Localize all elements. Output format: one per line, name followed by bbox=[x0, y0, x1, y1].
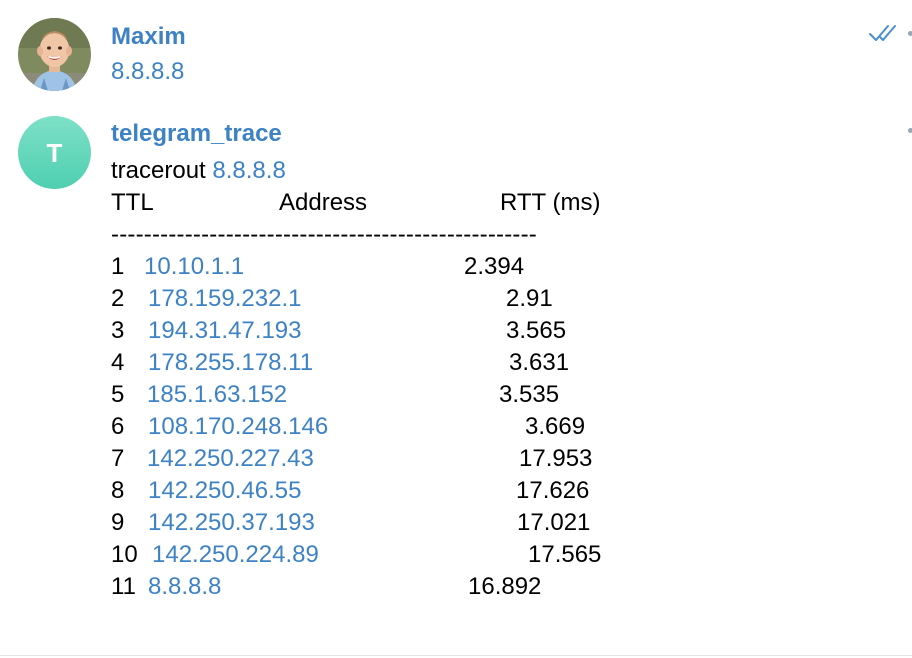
hop-rtt: 16.892 bbox=[468, 573, 542, 600]
message-menu-dot[interactable] bbox=[908, 128, 912, 133]
hop-rtt: 17.626 bbox=[516, 477, 590, 504]
hop-row: 11 8.8.8.8 16.892 bbox=[111, 571, 891, 603]
user-photo-avatar bbox=[18, 18, 91, 91]
header-row: TTL Address RTT (ms) bbox=[111, 187, 891, 219]
header-ttl: TTL bbox=[111, 189, 154, 216]
hop-ttl: 11 bbox=[111, 573, 136, 600]
hop-row: 4 178.255.178.11 3.631 bbox=[111, 347, 891, 379]
hop-rtt: 3.565 bbox=[506, 317, 567, 344]
chat-history: Maxim 8.8.8.8 T telegram_trace tracerout… bbox=[0, 0, 912, 658]
sender-name[interactable]: Maxim bbox=[111, 25, 186, 49]
hop-rtt: 17.021 bbox=[517, 509, 591, 536]
message-text-link[interactable]: 8.8.8.8 bbox=[111, 60, 184, 84]
hop-ttl: 4 bbox=[111, 349, 125, 376]
hop-row: 1 10.10.1.1 2.394 bbox=[111, 251, 891, 283]
hop-rtt: 2.91 bbox=[506, 285, 553, 312]
hop-row: 6 108.170.248.146 3.669 bbox=[111, 411, 891, 443]
traceroute-output: tracerout 8.8.8.8 TTL Address RTT (ms) -… bbox=[111, 155, 891, 603]
hop-ttl: 9 bbox=[111, 509, 125, 536]
avatar-initial: T bbox=[46, 137, 63, 168]
hop-row: 5 185.1.63.152 3.535 bbox=[111, 379, 891, 411]
hop-ttl: 1 bbox=[111, 253, 125, 280]
separator: ----------------------------------------… bbox=[111, 221, 537, 248]
hop-row: 3 194.31.47.193 3.565 bbox=[111, 315, 891, 347]
hop-address-link[interactable]: 10.10.1.1 bbox=[144, 251, 244, 283]
avatar-telegram-trace[interactable]: T bbox=[18, 116, 91, 189]
message-telegram-trace: T telegram_trace tracerout 8.8.8.8 TTL A… bbox=[0, 110, 912, 610]
hop-ttl: 3 bbox=[111, 317, 125, 344]
hop-rtt: 3.535 bbox=[499, 381, 560, 408]
hop-rtt: 2.394 bbox=[464, 253, 525, 280]
hop-ttl: 7 bbox=[111, 445, 125, 472]
hop-ttl: 2 bbox=[111, 285, 125, 312]
hop-address-link[interactable]: 8.8.8.8 bbox=[148, 571, 221, 603]
message-menu-dot[interactable] bbox=[908, 31, 912, 36]
hop-rtt: 17.953 bbox=[519, 445, 593, 472]
message-maxim: Maxim 8.8.8.8 bbox=[0, 0, 912, 110]
avatar-maxim[interactable] bbox=[18, 18, 91, 91]
hop-ttl: 6 bbox=[111, 413, 125, 440]
hop-address-link[interactable]: 194.31.47.193 bbox=[148, 315, 301, 347]
hop-row: 9 142.250.37.193 17.021 bbox=[111, 507, 891, 539]
hop-row: 10 142.250.224.89 17.565 bbox=[111, 539, 891, 571]
hop-ttl: 8 bbox=[111, 477, 125, 504]
hop-address-link[interactable]: 142.250.37.193 bbox=[148, 507, 315, 539]
bottom-divider bbox=[0, 655, 912, 656]
command-line: tracerout 8.8.8.8 bbox=[111, 155, 891, 187]
hop-rtt: 3.669 bbox=[525, 413, 586, 440]
hop-address-link[interactable]: 185.1.63.152 bbox=[147, 379, 287, 411]
double-check-icon bbox=[869, 25, 896, 41]
hop-row: 7 142.250.227.43 17.953 bbox=[111, 443, 891, 475]
command-target-link[interactable]: 8.8.8.8 bbox=[212, 157, 285, 184]
sender-name[interactable]: telegram_trace bbox=[111, 122, 282, 146]
hop-ttl: 10 bbox=[111, 541, 138, 568]
hop-ttl: 5 bbox=[111, 381, 125, 408]
hop-address-link[interactable]: 178.255.178.11 bbox=[148, 347, 313, 379]
hop-address-link[interactable]: 178.159.232.1 bbox=[148, 283, 301, 315]
hop-address-link[interactable]: 142.250.227.43 bbox=[147, 443, 314, 475]
header-address: Address bbox=[279, 189, 368, 216]
hop-address-link[interactable]: 142.250.224.89 bbox=[152, 539, 319, 571]
hop-address-link[interactable]: 142.250.46.55 bbox=[148, 475, 301, 507]
hop-rtt: 17.565 bbox=[528, 541, 602, 568]
separator-row: ----------------------------------------… bbox=[111, 219, 891, 251]
header-rtt: RTT (ms) bbox=[500, 189, 601, 216]
command-prefix: tracerout bbox=[111, 157, 206, 184]
hop-address-link[interactable]: 108.170.248.146 bbox=[148, 411, 328, 443]
hop-row: 8 142.250.46.55 17.626 bbox=[111, 475, 891, 507]
hop-rtt: 3.631 bbox=[509, 349, 570, 376]
hop-row: 2 178.159.232.1 2.91 bbox=[111, 283, 891, 315]
